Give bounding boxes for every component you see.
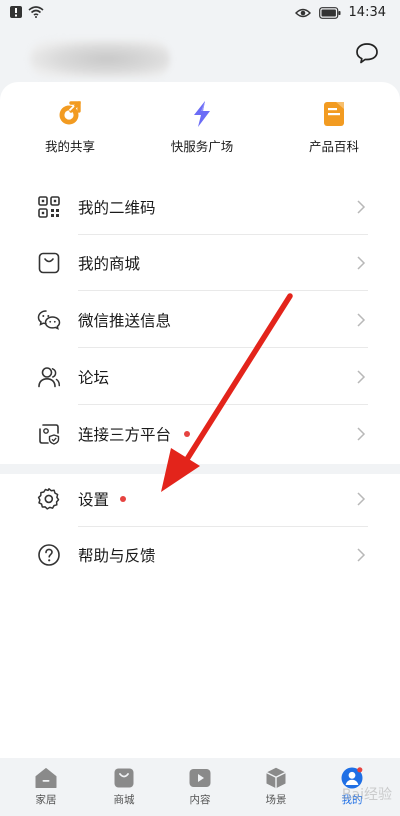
status-bar: 14:34 bbox=[0, 0, 400, 28]
menu-item-label: 设置 bbox=[78, 491, 110, 509]
nav-tab-content[interactable]: 内容 bbox=[160, 766, 240, 807]
notification-badge bbox=[120, 496, 126, 502]
wechat-icon bbox=[37, 310, 61, 330]
play-icon bbox=[189, 769, 211, 787]
help-icon bbox=[38, 544, 60, 566]
watermark: Bai经验 bbox=[341, 787, 392, 803]
quick-action-label: 产品百科 bbox=[308, 139, 359, 154]
menu-item-label: 连接三方平台 bbox=[78, 426, 172, 444]
profile-header bbox=[0, 28, 400, 83]
status-time: 14:34 bbox=[348, 5, 386, 20]
shopping-bag-icon bbox=[114, 768, 134, 788]
lightning-icon bbox=[194, 101, 210, 127]
nav-tab-home[interactable]: 家居 bbox=[6, 766, 86, 807]
book-icon bbox=[324, 102, 344, 126]
divider bbox=[78, 290, 368, 291]
menu-item-help[interactable]: 帮助与反馈 bbox=[0, 527, 400, 583]
menu-item-label: 帮助与反馈 bbox=[78, 547, 156, 565]
menu-item-settings[interactable]: 设置 bbox=[0, 471, 400, 527]
divider bbox=[78, 404, 368, 405]
blurred-username[interactable] bbox=[30, 40, 170, 78]
quick-action-label: 快服务广场 bbox=[170, 139, 234, 154]
chevron-right-icon bbox=[357, 548, 366, 562]
nav-tab-label: 商城 bbox=[113, 794, 135, 806]
share-icon bbox=[59, 101, 81, 125]
qr-code-icon bbox=[38, 196, 60, 218]
gear-icon bbox=[37, 488, 60, 510]
user-icon bbox=[38, 367, 61, 388]
chevron-right-icon bbox=[357, 313, 366, 327]
shopping-bag-icon bbox=[38, 252, 60, 274]
quick-action-share[interactable]: 我的共享 bbox=[10, 100, 130, 155]
nav-tab-scenes[interactable]: 场景 bbox=[236, 766, 316, 807]
nav-tab-label: 内容 bbox=[189, 794, 211, 806]
alert-icon bbox=[10, 6, 22, 18]
divider bbox=[78, 347, 368, 348]
menu-item-label: 我的商城 bbox=[78, 255, 141, 273]
chevron-right-icon bbox=[357, 492, 366, 506]
nav-tab-label: 家居 bbox=[35, 794, 57, 806]
chevron-right-icon bbox=[357, 427, 366, 441]
menu-item-label: 微信推送信息 bbox=[78, 312, 172, 330]
chevron-right-icon bbox=[357, 256, 366, 270]
chevron-right-icon bbox=[357, 370, 366, 384]
cube-icon bbox=[266, 767, 286, 789]
shield-link-icon bbox=[39, 424, 60, 445]
menu-item-forum[interactable]: 论坛 bbox=[0, 349, 400, 405]
bottom-navigation: 家居 商城 内容 场景 我的 bbox=[0, 758, 400, 816]
menu-item-label: 论坛 bbox=[78, 369, 110, 387]
quick-action-product-wiki[interactable]: 产品百科 bbox=[274, 100, 394, 155]
menu-item-mall[interactable]: 我的商城 bbox=[0, 235, 400, 291]
menu-item-qrcode[interactable]: 我的二维码 bbox=[0, 179, 400, 235]
menu-item-wechat-push[interactable]: 微信推送信息 bbox=[0, 292, 400, 348]
chevron-right-icon bbox=[357, 200, 366, 214]
battery-icon bbox=[318, 6, 341, 19]
nav-tab-label: 场景 bbox=[265, 794, 287, 806]
menu-item-third-party[interactable]: 连接三方平台 bbox=[0, 406, 400, 462]
quick-action-service-plaza[interactable]: 快服务广场 bbox=[142, 100, 262, 155]
quick-actions: 我的共享 快服务广场 产品百科 bbox=[0, 100, 400, 160]
quick-action-label: 我的共享 bbox=[44, 139, 95, 154]
main-card: 我的共享 快服务广场 产品百科 我的二维码 我的商城 微信推送信息 论坛 连接三… bbox=[0, 82, 400, 758]
eye-icon bbox=[294, 8, 311, 17]
wifi-icon bbox=[28, 6, 44, 18]
nav-tab-mall[interactable]: 商城 bbox=[84, 766, 164, 807]
notification-badge bbox=[184, 431, 190, 437]
message-icon[interactable] bbox=[354, 40, 380, 66]
menu-item-label: 我的二维码 bbox=[78, 199, 156, 217]
home-icon bbox=[35, 768, 57, 788]
